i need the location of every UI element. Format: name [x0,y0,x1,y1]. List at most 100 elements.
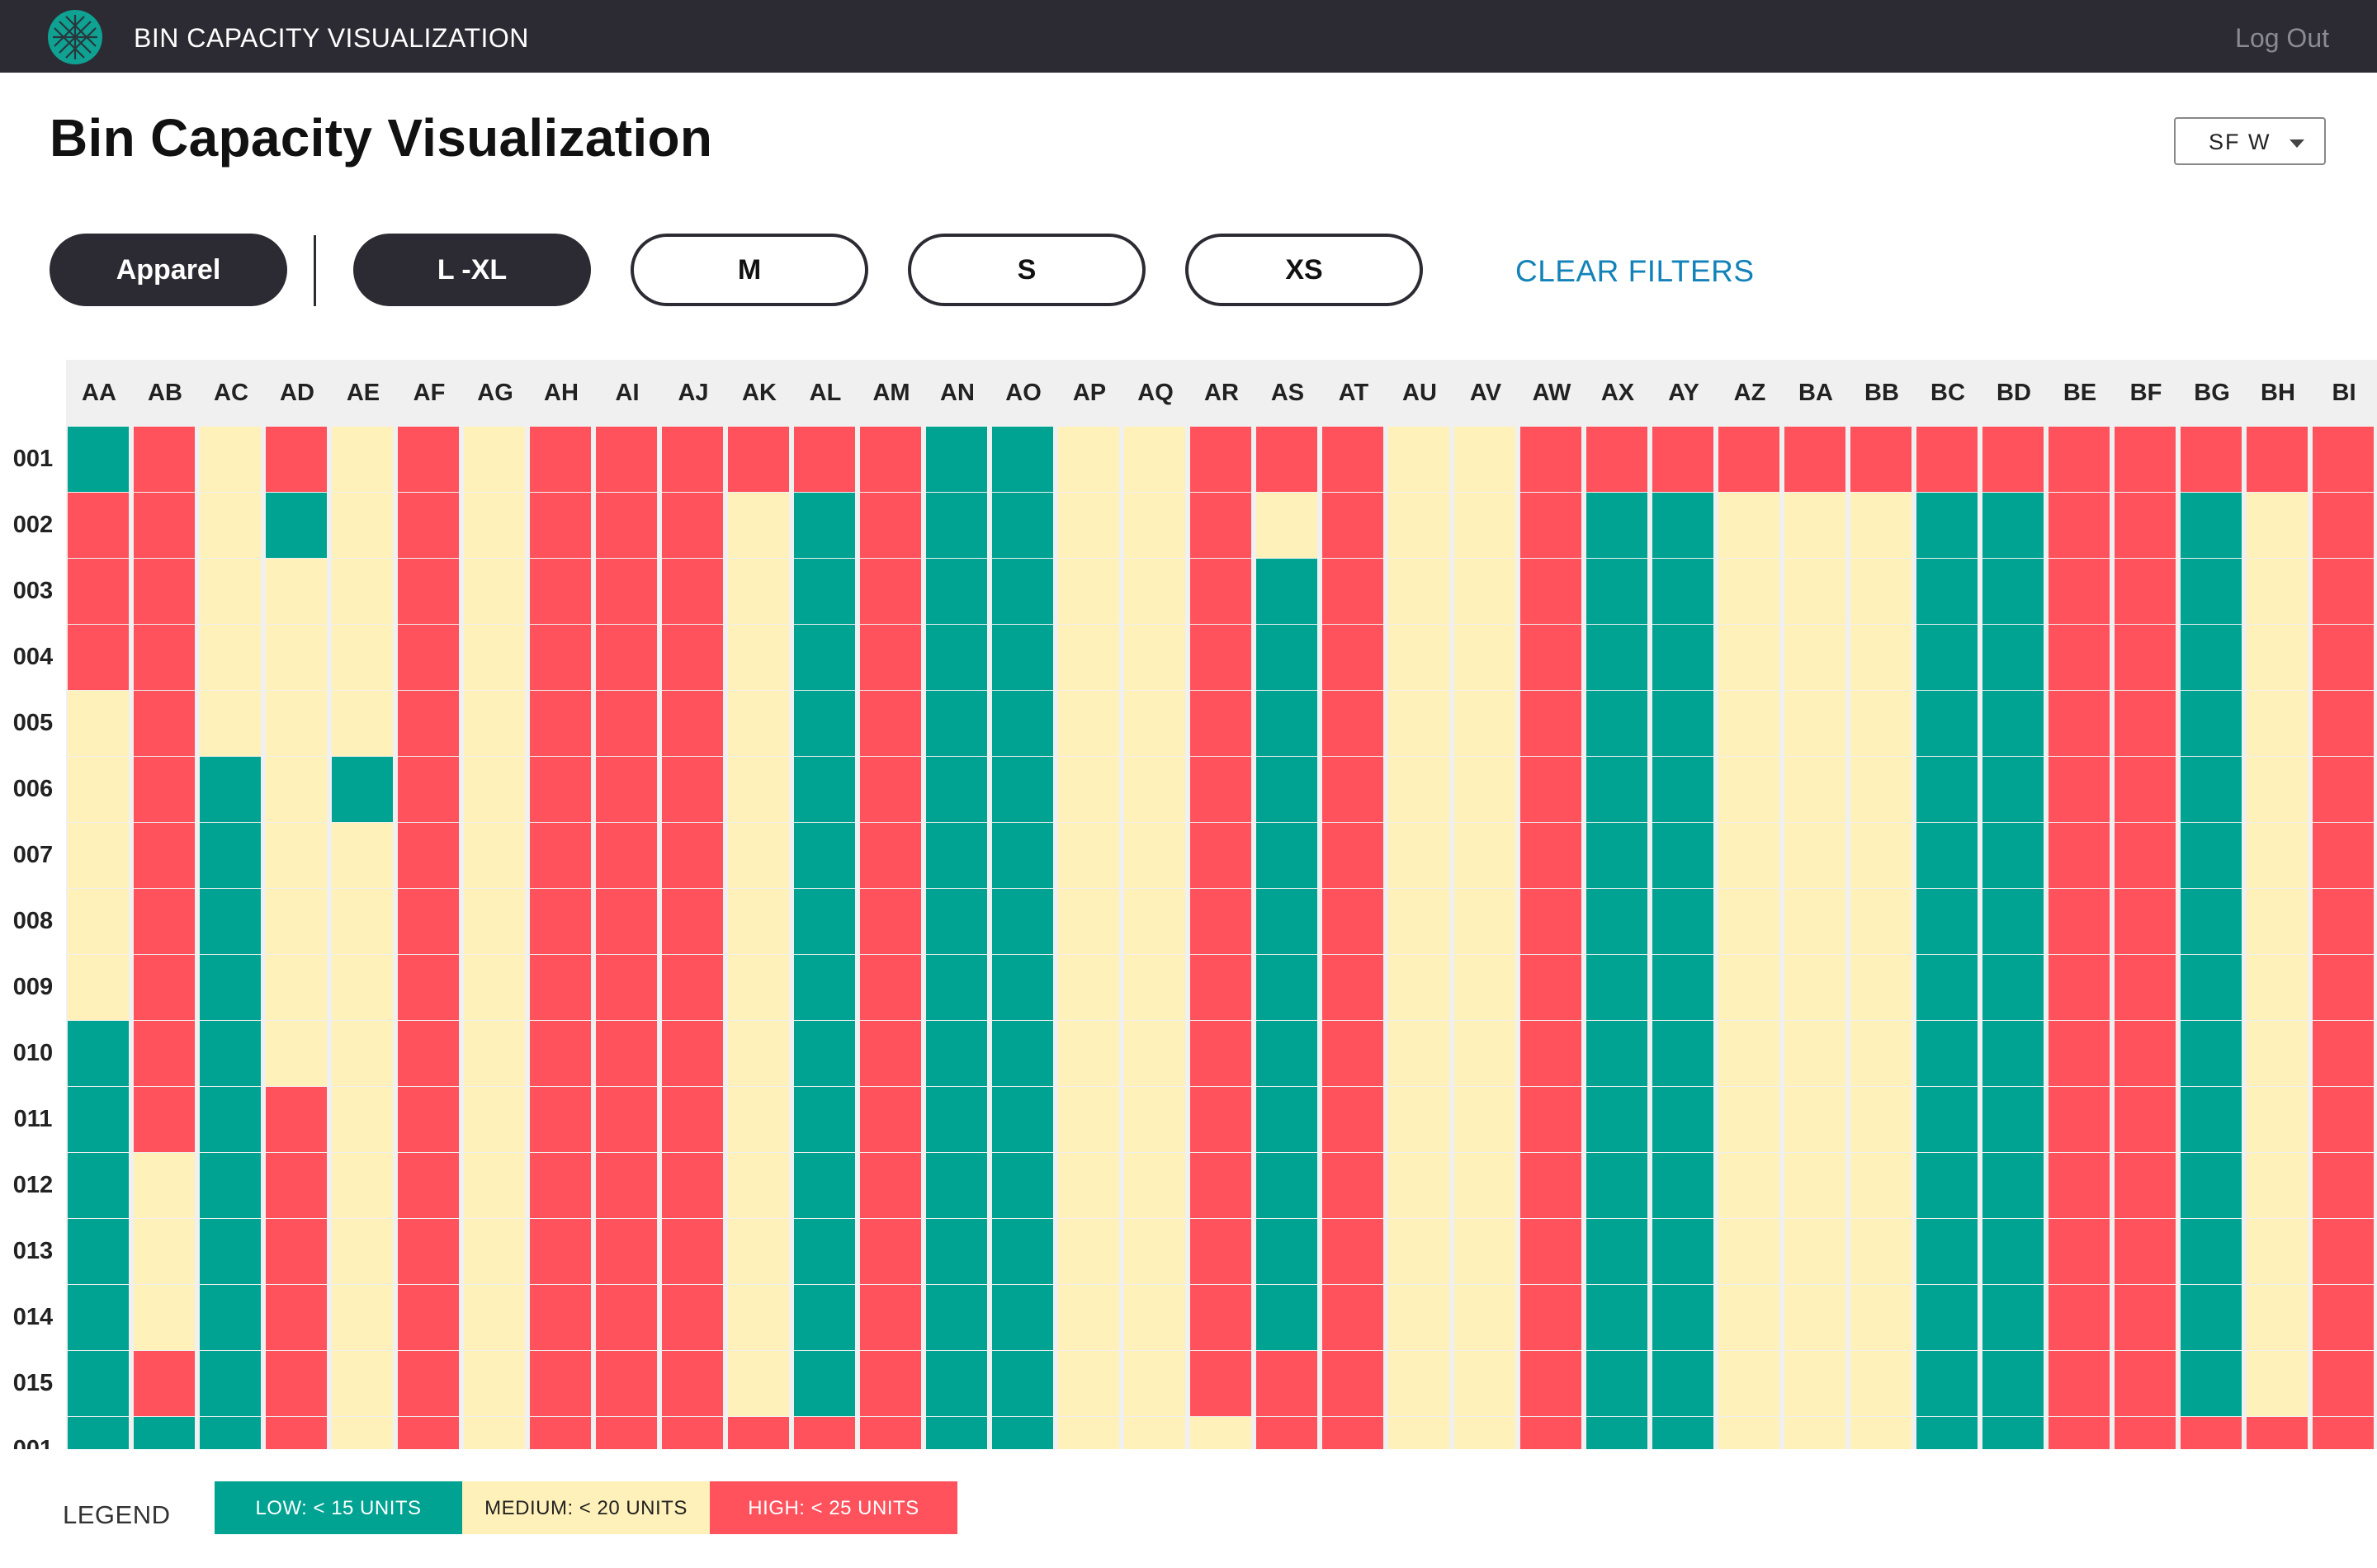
bin-cell-al-010[interactable] [794,1021,855,1086]
bin-cell-ar-008[interactable] [1190,889,1251,954]
bin-cell-af-009[interactable] [398,955,459,1020]
bin-cell-ap-003[interactable] [1058,559,1119,624]
bin-cell-bc-011[interactable] [1916,1087,1978,1152]
bin-cell-at-014[interactable] [1322,1285,1383,1350]
bin-cell-at-002[interactable] [1322,493,1383,558]
bin-cell-ah-013[interactable] [530,1219,591,1284]
bin-cell-as-007[interactable] [1256,823,1317,888]
bin-cell-bg-009[interactable] [2181,955,2242,1020]
bin-cell-ai-014[interactable] [596,1285,657,1350]
bin-cell-ao-005[interactable] [992,691,1053,756]
bin-cell-ak-006[interactable] [728,757,789,822]
bin-cell-ai-015[interactable] [596,1351,657,1416]
bin-cell-bd-003[interactable] [1982,559,2044,624]
bin-cell-aw-011[interactable] [1520,1087,1581,1152]
bin-cell-ax-013[interactable] [1586,1219,1647,1284]
bin-cell-av-008[interactable] [1454,889,1515,954]
bin-cell-af-005[interactable] [398,691,459,756]
bin-cell-aj-007[interactable] [662,823,723,888]
bin-cell-ah-010[interactable] [530,1021,591,1086]
bin-cell-ac-009[interactable] [200,955,261,1020]
bin-cell-ag-008[interactable] [464,889,525,954]
bin-cell-ar-010[interactable] [1190,1021,1251,1086]
bin-cell-av-002[interactable] [1454,493,1515,558]
bin-cell-at-008[interactable] [1322,889,1383,954]
bin-cell-av-005[interactable] [1454,691,1515,756]
bin-cell-ak-015[interactable] [728,1351,789,1416]
bin-cell-ay-011[interactable] [1652,1087,1713,1152]
bin-cell-ay-004[interactable] [1652,625,1713,690]
bin-cell-af-010[interactable] [398,1021,459,1086]
bin-cell-be-001[interactable] [2049,1417,2110,1449]
bin-cell-au-010[interactable] [1388,1021,1449,1086]
bin-cell-aj-012[interactable] [662,1153,723,1218]
bin-cell-bc-002[interactable] [1916,493,1978,558]
bin-cell-al-004[interactable] [794,625,855,690]
bin-cell-an-004[interactable] [926,625,987,690]
bin-cell-au-015[interactable] [1388,1351,1449,1416]
bin-cell-an-009[interactable] [926,955,987,1020]
bin-cell-am-007[interactable] [860,823,921,888]
bin-cell-aq-015[interactable] [1124,1351,1185,1416]
logout-link[interactable]: Log Out [2235,0,2329,73]
bin-cell-af-004[interactable] [398,625,459,690]
bin-cell-bi-005[interactable] [2313,691,2374,756]
bin-cell-au-004[interactable] [1388,625,1449,690]
bin-cell-bh-010[interactable] [2247,1021,2308,1086]
bin-cell-ad-002[interactable] [266,493,327,558]
bin-cell-ac-005[interactable] [200,691,261,756]
bin-cell-bi-001[interactable] [2313,1417,2374,1449]
bin-cell-ae-004[interactable] [332,625,393,690]
bin-cell-bh-015[interactable] [2247,1351,2308,1416]
bin-cell-as-005[interactable] [1256,691,1317,756]
bin-cell-ak-012[interactable] [728,1153,789,1218]
bin-cell-ar-002[interactable] [1190,493,1251,558]
bin-cell-bg-005[interactable] [2181,691,2242,756]
bin-cell-ad-003[interactable] [266,559,327,624]
bin-cell-bb-015[interactable] [1850,1351,1912,1416]
bin-cell-ah-001[interactable] [530,1417,591,1449]
bin-cell-al-005[interactable] [794,691,855,756]
bin-cell-bg-012[interactable] [2181,1153,2242,1218]
bin-cell-aw-010[interactable] [1520,1021,1581,1086]
bin-cell-af-006[interactable] [398,757,459,822]
bin-cell-ae-003[interactable] [332,559,393,624]
bin-cell-aq-007[interactable] [1124,823,1185,888]
bin-cell-aw-012[interactable] [1520,1153,1581,1218]
bin-cell-ap-004[interactable] [1058,625,1119,690]
bin-cell-ba-003[interactable] [1784,559,1845,624]
bin-cell-ae-007[interactable] [332,823,393,888]
bin-cell-ak-010[interactable] [728,1021,789,1086]
bin-cell-ac-013[interactable] [200,1219,261,1284]
bin-cell-bf-003[interactable] [2115,559,2176,624]
bin-cell-ak-013[interactable] [728,1219,789,1284]
bin-cell-ad-015[interactable] [266,1351,327,1416]
bin-cell-ay-001[interactable] [1652,427,1713,492]
bin-cell-bc-007[interactable] [1916,823,1978,888]
bin-cell-ae-002[interactable] [332,493,393,558]
bin-cell-ag-007[interactable] [464,823,525,888]
globe-logo-icon[interactable] [48,10,102,64]
bin-cell-as-012[interactable] [1256,1153,1317,1218]
bin-cell-am-004[interactable] [860,625,921,690]
bin-cell-ac-011[interactable] [200,1087,261,1152]
bin-cell-au-013[interactable] [1388,1219,1449,1284]
bin-cell-bb-002[interactable] [1850,493,1912,558]
bin-cell-bf-012[interactable] [2115,1153,2176,1218]
bin-cell-ba-006[interactable] [1784,757,1845,822]
bin-cell-aq-006[interactable] [1124,757,1185,822]
bin-cell-am-008[interactable] [860,889,921,954]
bin-cell-aq-008[interactable] [1124,889,1185,954]
bin-cell-av-015[interactable] [1454,1351,1515,1416]
clear-filters-link[interactable]: CLEAR FILTERS [1515,234,1755,306]
size-filter-m[interactable]: M [631,234,868,306]
bin-cell-bg-003[interactable] [2181,559,2242,624]
bin-cell-ad-001[interactable] [266,427,327,492]
bin-cell-as-001[interactable] [1256,1417,1317,1449]
bin-cell-av-009[interactable] [1454,955,1515,1020]
bin-cell-an-007[interactable] [926,823,987,888]
bin-cell-bc-008[interactable] [1916,889,1978,954]
bin-cell-aw-007[interactable] [1520,823,1581,888]
bin-cell-bf-004[interactable] [2115,625,2176,690]
bin-cell-bc-012[interactable] [1916,1153,1978,1218]
